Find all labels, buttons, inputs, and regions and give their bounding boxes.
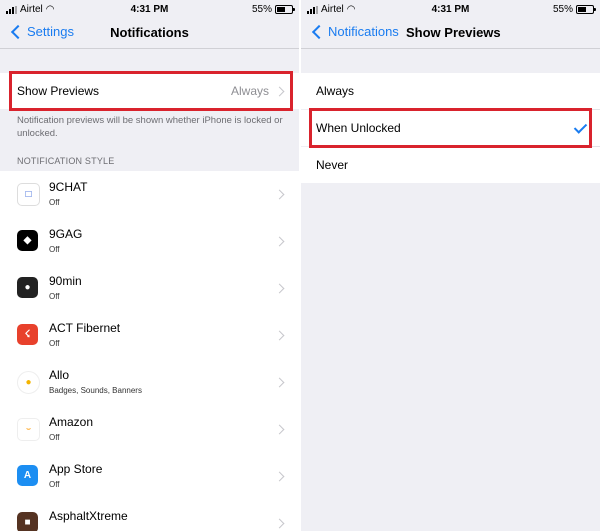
show-previews-screen: Airtel ◠ 4:31 PM 55% Notifications Show … [301,0,600,531]
app-store-icon: A [17,465,38,486]
back-label: Notifications [328,24,399,39]
soccer-ball-icon: ● [17,277,38,298]
chevron-right-icon [274,330,285,341]
option-never[interactable]: Never [301,147,600,183]
nav-bar: Settings Notifications [0,18,299,48]
checkmark-icon [573,120,588,134]
previews-note: Notification previews will be shown whet… [17,115,283,139]
section-header: NOTIFICATION STYLE [17,156,115,166]
nav-bar: Notifications Show Previews [301,18,600,48]
app-name: ACT Fibernet [49,321,121,335]
allo-bubble-icon: ● [17,371,40,394]
chevron-right-icon [274,283,285,294]
chevron-right-icon [274,377,285,388]
chevron-right-icon [274,471,285,482]
page-title: Show Previews [406,25,501,40]
app-name: App Store [49,462,103,476]
app-name: 90min [49,274,82,288]
option-when-unlocked[interactable]: When Unlocked [301,110,600,146]
chevron-right-icon [274,518,285,529]
lightning-icon: ☇ [17,324,38,345]
back-button[interactable]: Notifications [311,24,399,39]
show-previews-row[interactable]: Show Previews Always [0,73,299,109]
chevron-right-icon [274,86,285,97]
option-label: When Unlocked [316,121,401,135]
app-row-9chat[interactable]: □ 9CHAT Off [0,171,299,218]
battery-icon [576,5,596,14]
app-status: Off [49,339,60,348]
app-status: Off [49,480,60,489]
car-icon: ■ [17,512,38,531]
app-row-app-store[interactable]: A App Store Off [0,453,299,500]
app-name: Amazon [49,415,94,429]
app-status: Off [49,245,60,254]
chevron-right-icon [274,189,285,200]
app-row-9gag[interactable]: ◆ 9GAG Off [0,218,299,265]
show-previews-label: Show Previews [17,84,100,98]
app-status: Off [49,198,60,207]
app-name: 9GAG [49,227,83,241]
app-row-allo[interactable]: ● Allo Badges, Sounds, Banners [0,359,299,406]
app-name: AsphaltXtreme [49,509,128,523]
app-name: 9CHAT [49,180,88,194]
app-status: Off [49,433,60,442]
amazon-icon: ⌣ [17,418,40,441]
app-row-amazon[interactable]: ⌣ Amazon Off [0,406,299,453]
chevron-right-icon [274,236,285,247]
chat-bubble-icon: □ [17,183,40,206]
divider [301,48,600,49]
9gag-icon: ◆ [17,230,38,251]
app-status: Off [49,292,60,301]
app-name: Allo [49,368,70,382]
option-always[interactable]: Always [301,73,600,109]
status-bar: Airtel ◠ 4:31 PM 55% [0,0,299,18]
screenshot-composite: Airtel ◠ 4:31 PM 55% Settings Notificati… [0,0,600,531]
app-row-asphaltxtreme[interactable]: ■ AsphaltXtreme [0,500,299,531]
battery-icon [275,5,295,14]
page-title: Notifications [110,25,189,40]
chevron-left-icon [311,24,327,39]
option-label: Always [316,84,355,98]
show-previews-value: Always [230,84,269,98]
battery-percent: 55% [251,4,272,15]
app-row-90min[interactable]: ● 90min Off [0,265,299,312]
notifications-screen: Airtel ◠ 4:31 PM 55% Settings Notificati… [0,0,299,531]
chevron-right-icon [274,424,285,435]
option-label: Never [316,158,349,172]
app-status: Badges, Sounds, Banners [49,386,142,395]
divider [0,48,299,49]
status-bar: Airtel ◠ 4:31 PM 55% [301,0,600,18]
battery-percent: 55% [552,4,573,15]
app-row-act-fibernet[interactable]: ☇ ACT Fibernet Off [0,312,299,359]
